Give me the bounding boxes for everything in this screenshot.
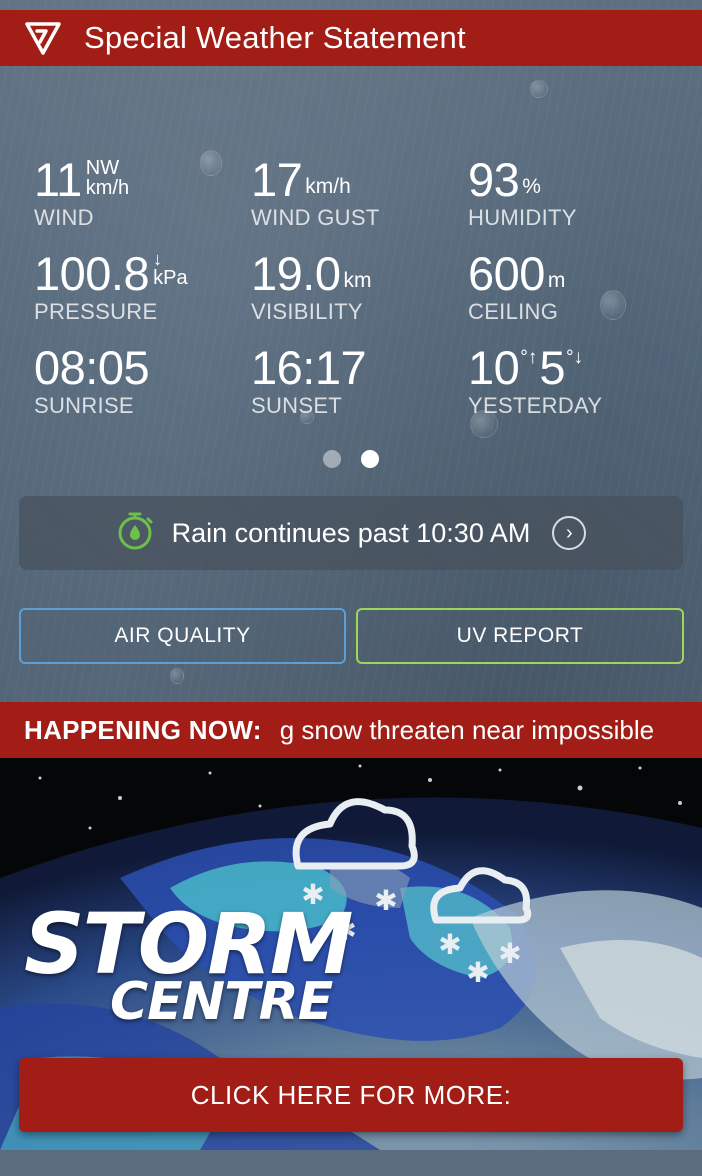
stopwatch-icon [116, 511, 154, 556]
svg-text:✱: ✱ [374, 884, 397, 917]
page-dot[interactable] [323, 450, 341, 468]
special-weather-alert-bar[interactable]: Special Weather Statement [0, 10, 702, 66]
wind-unit: km/h [85, 177, 130, 199]
page-dot-active[interactable] [361, 450, 379, 468]
gust-value: 17 [251, 153, 303, 206]
stat-sunrise: 08:05 SUNRISE [34, 344, 244, 419]
stat-wind-gust: 17 km/h WIND GUST [251, 156, 461, 231]
visibility-label: VISIBILITY [251, 299, 363, 324]
stat-humidity: 93 % HUMIDITY [468, 156, 678, 231]
storm-centre-logo-line2: CENTRE [110, 972, 333, 1032]
svg-text:✱: ✱ [466, 956, 489, 989]
yesterday-low: 5 [539, 341, 566, 394]
sunrise-label: SUNRISE [34, 393, 134, 418]
chevron-right-icon[interactable]: › [552, 516, 587, 550]
stat-yesterday: 10 °↑ 5 °↓ YESTERDAY [468, 344, 698, 419]
click-here-for-more-button[interactable]: CLICK HERE FOR MORE: [19, 1058, 683, 1132]
stat-ceiling: 600 m CEILING [468, 250, 678, 325]
humidity-value: 93 [468, 153, 520, 206]
humidity-label: HUMIDITY [468, 205, 577, 230]
sunrise-value: 08:05 [34, 341, 150, 394]
storm-centre-banner[interactable]: ✱ ✱ ✱ ✱ ✱ ✱ STORM CENTRE CLICK HERE FOR MORE… [0, 758, 702, 1150]
sunset-label: SUNSET [251, 393, 343, 418]
ceiling-unit: m [547, 269, 566, 292]
stat-wind: 11 NW km/h WIND [34, 156, 244, 231]
visibility-unit: km [343, 269, 372, 292]
wind-label: WIND [34, 205, 94, 230]
svg-text:✱: ✱ [438, 928, 461, 961]
raindrop [170, 668, 184, 684]
rain-forecast-bar[interactable]: Rain continues past 10:30 AM › [19, 496, 683, 570]
pressure-trend-icon: ↓ [153, 249, 163, 269]
yesterday-high: 10 [468, 341, 520, 394]
wind-direction: NW [85, 157, 120, 179]
happening-now-headline: g snow threaten near impossible [279, 714, 655, 745]
uv-report-button[interactable]: UV REPORT [356, 608, 684, 664]
alert-title: Special Weather Statement [84, 20, 466, 55]
raindrop [530, 80, 548, 98]
sunset-value: 16:17 [251, 341, 367, 394]
air-quality-button[interactable]: AIR QUALITY [19, 608, 346, 664]
pressure-value: 100.8 [34, 247, 150, 300]
page-indicator[interactable] [0, 450, 702, 468]
stat-sunset: 16:17 SUNSET [251, 344, 461, 419]
happening-now-label: HAPPENING NOW: [24, 714, 262, 745]
bottom-strip [0, 1150, 702, 1176]
gust-unit: km/h [305, 175, 351, 198]
alert-triangle-icon [22, 17, 64, 59]
pressure-unit: kPa [153, 267, 188, 289]
stat-pressure: 100.8 ↓ kPa PRESSURE [34, 250, 244, 325]
happening-now-ticker[interactable]: HAPPENING NOW: g snow threaten near impo… [0, 702, 702, 758]
yesterday-low-marker: °↓ [566, 347, 584, 368]
rain-forecast-text: Rain continues past 10:30 AM [171, 517, 531, 548]
pressure-label: PRESSURE [34, 299, 158, 324]
wind-value: 11 [34, 153, 82, 206]
ceiling-value: 600 [468, 247, 545, 300]
humidity-unit: % [522, 175, 541, 198]
visibility-value: 19.0 [251, 247, 341, 300]
yesterday-high-marker: °↑ [520, 347, 538, 368]
yesterday-label: YESTERDAY [468, 393, 603, 418]
svg-text:✱: ✱ [498, 937, 521, 970]
ceiling-label: CEILING [468, 299, 559, 324]
gust-label: WIND GUST [251, 205, 380, 230]
stat-visibility: 19.0 km VISIBILITY [251, 250, 461, 325]
